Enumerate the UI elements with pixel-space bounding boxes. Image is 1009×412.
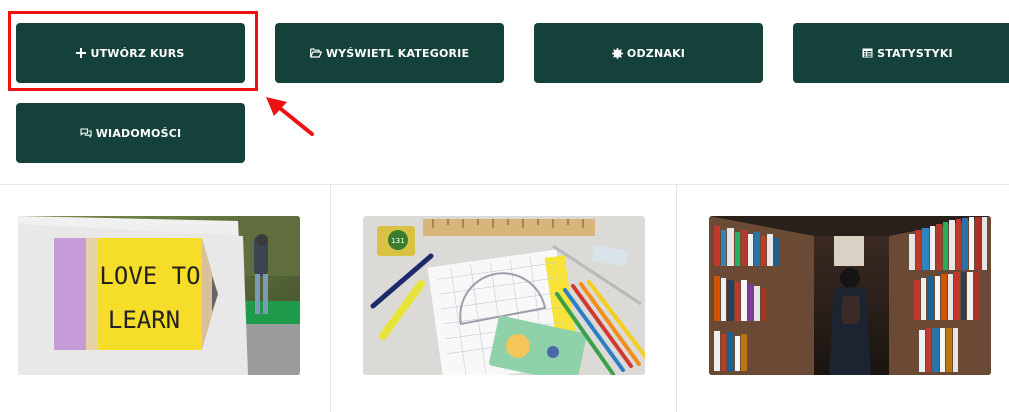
sign-text-line-2: LEARN: [108, 306, 180, 334]
messages-label: WIADOMOŚCI: [95, 126, 182, 140]
love-to-learn-image[interactable]: LOVE TO LEARN: [18, 216, 300, 375]
course-card-3[interactable]: [677, 185, 1009, 412]
badge-icon: [611, 47, 623, 59]
course-card-1[interactable]: LOVE TO LEARN: [0, 185, 331, 412]
sticker-text: 131: [391, 237, 404, 245]
messages-button[interactable]: WIADOMOŚCI: [16, 103, 245, 163]
table-icon: [862, 48, 873, 58]
statistics-label: STATYSTYKI: [877, 46, 953, 60]
badges-label: ODZNAKI: [626, 46, 686, 60]
red-arrow-icon: [262, 92, 318, 145]
library-image[interactable]: [709, 216, 991, 375]
folder-open-icon: [309, 48, 322, 58]
statistics-button[interactable]: STATYSTYKI: [793, 23, 1009, 83]
badges-button[interactable]: ODZNAKI: [534, 23, 763, 83]
course-card-2[interactable]: 131: [331, 185, 677, 412]
chat-icon: [80, 128, 92, 138]
sign-text-line-1: LOVE TO: [99, 262, 200, 290]
highlight-box: [8, 11, 258, 91]
view-categories-label: WYŚWIETL KATEGORIE: [325, 46, 470, 60]
school-supplies-image[interactable]: 131: [363, 216, 645, 375]
view-categories-button[interactable]: WYŚWIETL KATEGORIE: [275, 23, 504, 83]
